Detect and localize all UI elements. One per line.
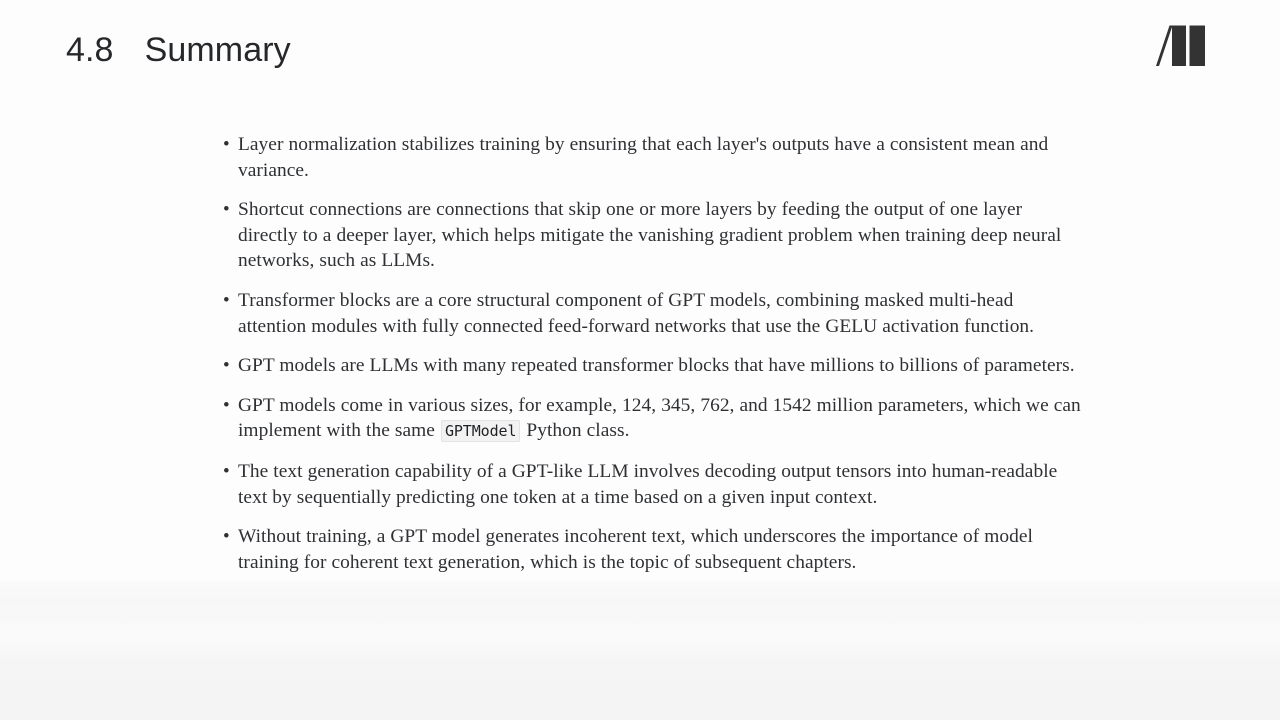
list-item: • GPT models come in various sizes, for … [222, 393, 1082, 445]
bullet-text-shortcut-connections: Shortcut connections are connections tha… [238, 199, 1062, 272]
bullet-marker: • [223, 199, 230, 221]
bullet-text-gpt-model-sizes: GPT models come in various sizes, for ex… [238, 393, 1082, 445]
list-item: • GPT models are LLMs with many repeated… [222, 353, 1082, 379]
list-item: • Shortcut connections are connections t… [222, 197, 1082, 274]
bullet-text-layer-normalization: Layer normalization stabilizes training … [238, 134, 1049, 181]
bullet-text-gpt-models-repeated-blocks: GPT models are LLMs with many repeated t… [238, 355, 1075, 377]
slide-page: 4.8 Summary • Layer normalization stabil… [0, 0, 1280, 720]
page-header: 4.8 Summary [0, 0, 1280, 96]
list-item: • Without training, a GPT model generate… [222, 524, 1082, 575]
bullet-marker: • [223, 289, 230, 311]
bullet-marker: • [223, 355, 230, 377]
list-item: • The text generation capability of a GP… [222, 459, 1082, 510]
section-title: Summary [144, 31, 291, 69]
inline-code-gptmodel: GPTModel [440, 420, 521, 443]
bullet-marker: • [223, 134, 230, 155]
bullet-marker: • [223, 394, 230, 416]
summary-content: • Layer normalization stabilizes trainin… [222, 132, 1082, 575]
list-item: • Transformer blocks are a core structur… [222, 288, 1082, 339]
summary-bullet-list: • Layer normalization stabilizes trainin… [222, 132, 1082, 575]
section-number: 4.8 [66, 31, 114, 69]
bullet-text-text-generation-capability: The text generation capability of a GPT-… [238, 460, 1058, 508]
page-title: 4.8 Summary [66, 28, 291, 72]
bullet-text-without-training-incoherent: Without training, a GPT model generates … [238, 526, 1033, 573]
bullet-text-suffix: Python class. [521, 420, 630, 442]
bullet-text-transformer-blocks: Transformer blocks are a core structural… [238, 289, 1035, 337]
manning-publications-logo [1156, 24, 1214, 68]
bullet-marker: • [223, 526, 230, 548]
bullet-marker: • [223, 460, 230, 482]
list-item: • Layer normalization stabilizes trainin… [222, 132, 1082, 183]
bullet-text-prefix: GPT models come in various sizes, for ex… [238, 394, 1081, 442]
